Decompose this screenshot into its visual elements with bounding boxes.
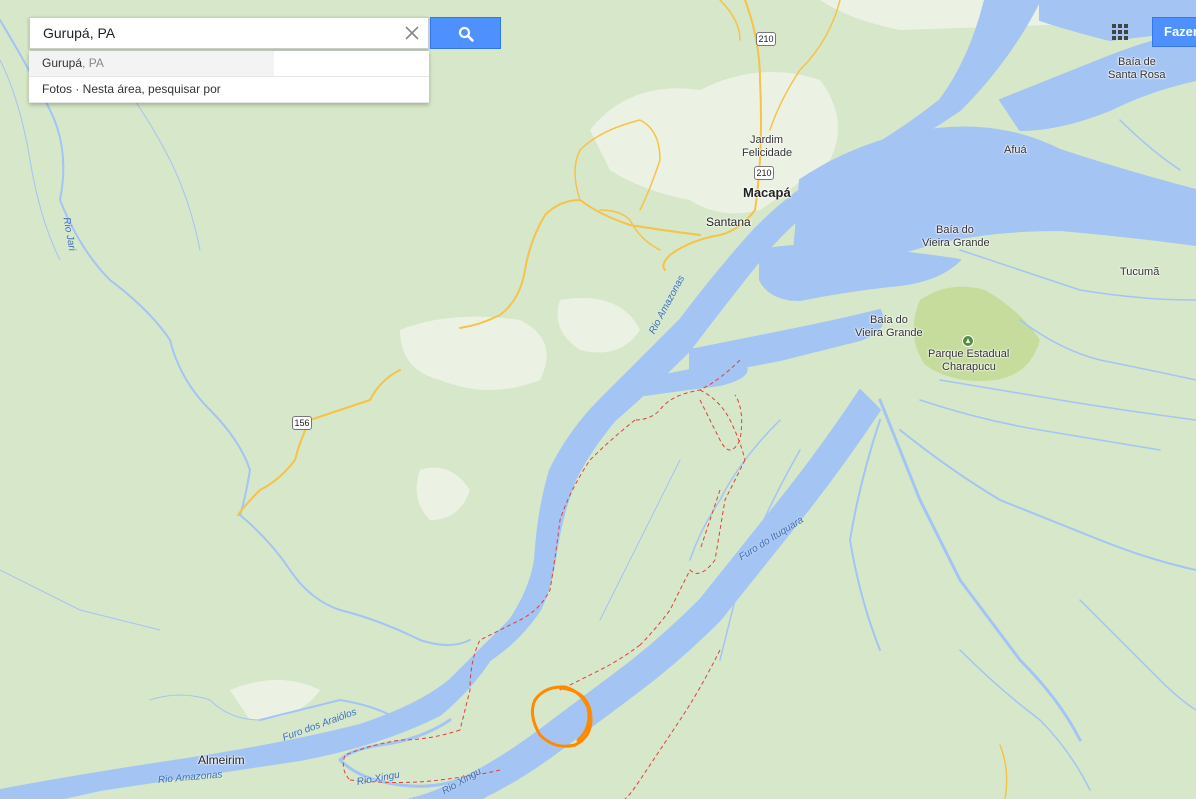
- place-felicidade: Felicidade: [742, 147, 793, 159]
- place-tucuma: Tucumã: [1120, 266, 1160, 278]
- place-baia-santa-rosa-2: Santa Rosa: [1108, 69, 1166, 81]
- suggestion-main: Gurupá: [42, 56, 83, 70]
- place-santana: Santana: [706, 215, 751, 229]
- signin-button[interactable]: Fazer login: [1152, 17, 1196, 47]
- road-shield-156: 156: [292, 416, 312, 430]
- place-baia-santa-rosa-1: Baía de: [1118, 56, 1156, 68]
- search-box: [29, 17, 429, 49]
- clear-search-button[interactable]: [404, 25, 420, 41]
- road-shield-210-b: 210: [754, 166, 774, 180]
- place-baia-vieira-1b: Vieira Grande: [922, 237, 990, 249]
- search-icon: [458, 26, 474, 42]
- place-macapa: Macapá: [743, 185, 791, 200]
- search-button[interactable]: [430, 17, 501, 49]
- place-jardim: Jardim: [750, 134, 784, 146]
- place-baia-vieira-2b: Vieira Grande: [855, 327, 923, 339]
- map-canvas[interactable]: [0, 0, 1196, 799]
- place-parque-1: Parque Estadual: [928, 348, 1010, 360]
- suggestion-item[interactable]: Fotos · Nesta área, pesquisar por: [29, 77, 429, 103]
- apps-grid-icon[interactable]: [1112, 24, 1130, 42]
- park-icon[interactable]: [962, 335, 974, 347]
- suggestion-secondary: , PA: [82, 56, 104, 70]
- place-parque-2: Charapucu: [942, 361, 996, 373]
- place-almeirim: Almeirim: [198, 753, 245, 767]
- search-input[interactable]: [30, 18, 403, 48]
- suggestions-dropdown: Gurupá, PA Fotos · Nesta área, pesquisar…: [29, 51, 429, 103]
- place-baia-vieira-1a: Baía do: [936, 224, 974, 236]
- close-icon: [405, 26, 419, 40]
- place-baia-vieira-2a: Baía do: [870, 314, 908, 326]
- place-afua: Afuá: [1004, 144, 1027, 156]
- road-shield-210-a: 210: [756, 32, 776, 46]
- suggestion-main: Fotos · Nesta área, pesquisar por: [42, 82, 221, 96]
- suggestion-item[interactable]: Gurupá, PA: [29, 51, 429, 77]
